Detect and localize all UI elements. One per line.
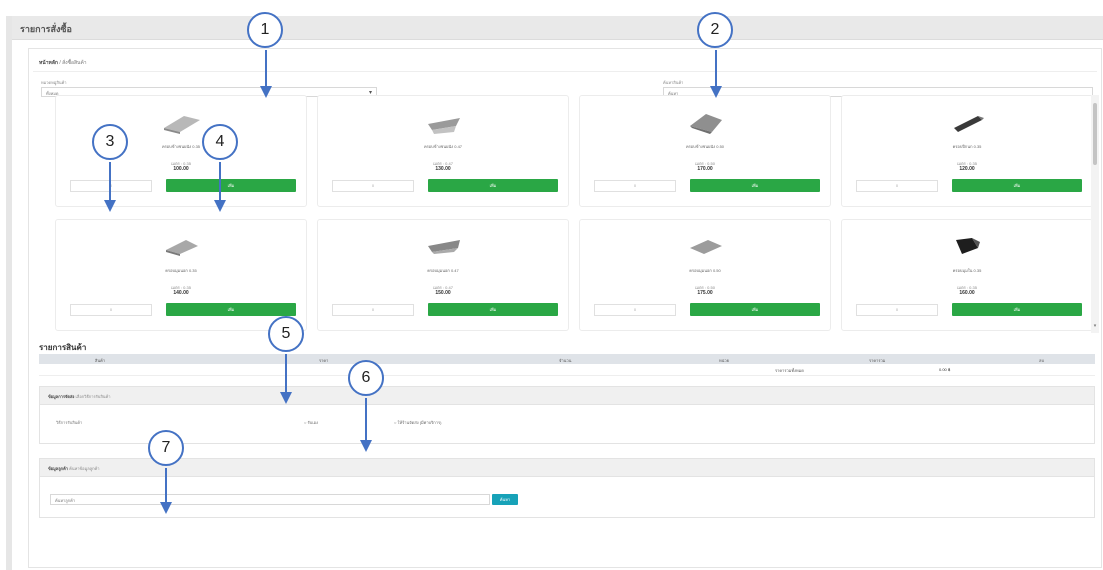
callout-4: 4 (202, 124, 238, 160)
product-name: ครอบข้างชนผนัง 0.47 (423, 144, 463, 149)
quantity-input[interactable]: 0 (594, 180, 676, 192)
total-value: 0.00 ฿ (939, 367, 951, 372)
product-price: 100.00 (173, 166, 189, 172)
delivery-section: ข้อมูลการจัดส่ง เลือกวิธีการรับสินค้า วิ… (39, 386, 1095, 444)
product-price: 150.00 (435, 290, 451, 296)
customer-header: ข้อมูลลูกค้า ค้นหาข้อมูลลูกค้า (40, 459, 1094, 477)
cart-title: รายการสินค้า (39, 343, 87, 352)
add-to-cart-button[interactable]: เพิ่ม (690, 303, 820, 316)
product-price: 170.00 (697, 166, 713, 172)
scroll-down-icon[interactable]: ▾ (1091, 323, 1099, 329)
callout-5: 5 (268, 316, 304, 352)
add-to-cart-button[interactable]: เพิ่ม (428, 179, 558, 192)
product-name: ครอบมุมนอก 0.35 (165, 268, 197, 273)
breadcrumb-root[interactable]: หน้าหลัก (39, 60, 58, 66)
product-price: 130.00 (435, 166, 451, 172)
breadcrumb-current: สั่งซื้อสินค้า (62, 60, 87, 66)
page-title: รายการสั่งซื้อ (20, 24, 72, 34)
add-to-cart-button[interactable]: เพิ่ม (166, 179, 296, 192)
customer-search-button[interactable]: ค้นหา (492, 494, 518, 505)
add-to-cart-button[interactable]: เพิ่ม (166, 303, 296, 316)
product-image (954, 116, 984, 132)
delivery-field-label: วิธีการรับสินค้า (56, 420, 83, 425)
add-to-cart-button[interactable]: เพิ่ม (690, 179, 820, 192)
callout-1: 1 (247, 12, 283, 48)
product-image (166, 240, 198, 256)
cart-total-row: ราคารวมทั้งหมด 0.00 ฿ (39, 364, 1095, 376)
product-card: ครอบข้างชนผนัง 0.50 เมตร : 0.50 170.00 0 เพิ… (579, 95, 831, 207)
customer-title-text: ข้อมูลลูกค้า (48, 466, 69, 471)
cart-col-price: ราคา (319, 358, 329, 363)
product-card: ครอบปีกนก 0.35 เมตร : 0.35 120.00 0 เพิ่ม (841, 95, 1093, 207)
quantity-input[interactable]: 0 (332, 304, 414, 316)
customer-section: ข้อมูลลูกค้า ค้นหาข้อมูลลูกค้า ค้นหาลูกค… (39, 458, 1095, 518)
callout-7: 7 (148, 430, 184, 466)
product-price: 160.00 (959, 290, 975, 296)
product-name: ครอบมุมนอก 0.47 (427, 268, 459, 273)
breadcrumb-separator: / (59, 60, 61, 66)
product-image (164, 116, 200, 134)
product-card: ครอบมุมใน 0.35 เมตร : 0.35 160.00 0 เพิ่ม (841, 219, 1093, 331)
product-card: ครอบมุมนอก 0.47 เมตร : 0.47 150.00 0 เพิ่ม (317, 219, 569, 331)
divider (33, 71, 1097, 72)
quantity-input[interactable]: 0 (70, 180, 152, 192)
product-price: 140.00 (173, 290, 189, 296)
search-label: ค้นหาสินค้า (663, 80, 684, 85)
callout-6: 6 (348, 360, 384, 396)
product-card: ครอบข้างชนผนัง 0.35 เมตร : 0.35 100.00 0 เพิ… (55, 95, 307, 207)
product-card: ครอบมุมนอก 0.35 เมตร : 0.35 140.00 0 เพิ่ม (55, 219, 307, 331)
breadcrumb: หน้าหลัก / สั่งซื้อสินค้า (39, 59, 87, 67)
product-image (428, 118, 460, 134)
scrollbar-thumb[interactable] (1093, 103, 1097, 165)
product-grid: ครอบข้างชนผนัง 0.35 เมตร : 0.35 100.00 0 เพิ… (35, 95, 1093, 333)
cart-col-delete: ลบ (1039, 358, 1044, 363)
cart-col-qty: จำนวน (559, 358, 572, 363)
product-name: ครอบข้างชนผนัง 0.50 (685, 144, 725, 149)
quantity-input[interactable]: 0 (856, 180, 938, 192)
customer-hint: ค้นหาข้อมูลลูกค้า (69, 466, 100, 471)
product-image (428, 240, 460, 254)
page-header: รายการสั่งซื้อ (12, 16, 1103, 40)
quantity-input[interactable]: 0 (70, 304, 152, 316)
category-label: หมวดหมู่สินค้า (41, 80, 67, 85)
add-to-cart-button[interactable]: เพิ่ม (952, 303, 1082, 316)
order-panel: หน้าหลัก / สั่งซื้อสินค้า หมวดหมู่สินค้า… (28, 48, 1102, 568)
delivery-title: ข้อมูลการจัดส่ง เลือกวิธีการรับสินค้า (48, 393, 110, 400)
customer-placeholder: ค้นหาลูกค้า (55, 498, 76, 503)
radio-pickup[interactable]: ○ รับเอง (304, 419, 318, 426)
callout-3: 3 (92, 124, 128, 160)
delivery-title-text: ข้อมูลการจัดส่ง (48, 394, 75, 399)
product-name: ครอบมุมนอก 0.50 (689, 268, 721, 273)
radio-delivery-label: ให้ร้านจัดส่ง (มีค่าบริการ) (397, 420, 442, 425)
product-price: 120.00 (959, 166, 975, 172)
radio-delivery[interactable]: ○ ให้ร้านจัดส่ง (มีค่าบริการ) (394, 419, 441, 426)
product-image (690, 240, 722, 254)
quantity-input[interactable]: 0 (594, 304, 676, 316)
product-name: ครอบปีกนก 0.35 (952, 144, 982, 149)
customer-search-input[interactable]: ค้นหาลูกค้า (50, 494, 490, 505)
product-image (690, 114, 722, 134)
cart-table-header: สินค้า ราคา จำนวน หน่วย ราคารวม ลบ (39, 354, 1095, 364)
callout-2: 2 (697, 12, 733, 48)
product-card: ครอบข้างชนผนัง 0.47 เมตร : 0.47 130.00 0 เพิ… (317, 95, 569, 207)
cart-col-total: ราคารวม (869, 358, 886, 363)
add-to-cart-button[interactable]: เพิ่ม (428, 303, 558, 316)
quantity-input[interactable]: 0 (332, 180, 414, 192)
customer-title: ข้อมูลลูกค้า ค้นหาข้อมูลลูกค้า (48, 465, 99, 472)
product-scrollbar[interactable]: ▾ (1091, 95, 1099, 333)
total-label: ราคารวมทั้งหมด (775, 368, 804, 373)
quantity-input[interactable]: 0 (856, 304, 938, 316)
product-name: ครอบมุมใน 0.35 (952, 268, 982, 273)
cart-col-unit: หน่วย (719, 358, 729, 363)
radio-pickup-label: รับเอง (307, 420, 318, 425)
delivery-header: ข้อมูลการจัดส่ง เลือกวิธีการรับสินค้า (40, 387, 1094, 405)
delivery-hint: เลือกวิธีการรับสินค้า (75, 394, 111, 399)
product-card: ครอบมุมนอก 0.50 เมตร : 0.50 175.00 0 เพิ่ม (579, 219, 831, 331)
product-image (956, 238, 980, 254)
add-to-cart-button[interactable]: เพิ่ม (952, 179, 1082, 192)
cart-col-product: สินค้า (95, 358, 106, 363)
app-window: รายการสั่งซื้อ หน้าหลัก / สั่งซื้อสินค้า… (6, 16, 1103, 570)
product-price: 175.00 (697, 290, 713, 296)
